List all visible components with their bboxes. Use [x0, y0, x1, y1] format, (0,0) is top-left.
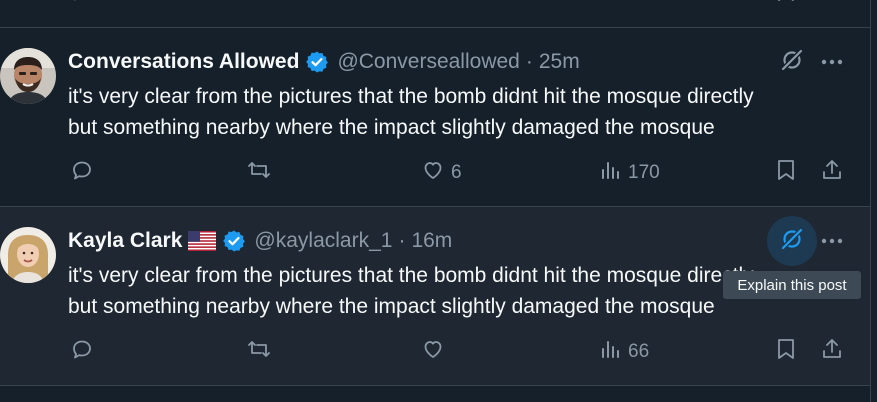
tweet-header: Conversations Allowed @Converseallowed ·… — [68, 48, 580, 76]
column-border — [870, 0, 871, 402]
us-flag-icon — [188, 231, 217, 251]
like-count: 6 — [451, 162, 462, 183]
views-icon — [598, 158, 622, 188]
explain-post-button[interactable] — [767, 37, 817, 87]
verified-badge-icon[interactable] — [305, 50, 329, 74]
more-icon — [820, 53, 844, 71]
timestamp[interactable]: 16m — [411, 229, 452, 253]
views-button[interactable]: 66 — [598, 338, 649, 366]
avatar[interactable] — [0, 48, 56, 104]
reply-icon — [70, 337, 94, 367]
share-button[interactable] — [820, 159, 844, 187]
verified-badge-icon[interactable] — [222, 229, 246, 253]
tweet[interactable]: Conversations Allowed @Converseallowed ·… — [0, 28, 870, 206]
bookmark-button[interactable] — [775, 0, 797, 8]
share-icon — [820, 158, 844, 188]
tweet-text: it's very clear from the pictures that t… — [68, 81, 858, 143]
like-button[interactable]: 2 — [421, 0, 462, 8]
views-icon — [598, 0, 622, 9]
views-button[interactable]: 170 — [598, 159, 660, 187]
repost-button[interactable] — [246, 0, 272, 8]
timeline-feed: 1 2 146 — [0, 0, 877, 402]
bookmark-button[interactable] — [775, 159, 797, 187]
reply-button[interactable] — [70, 159, 94, 187]
view-count: 66 — [628, 341, 650, 362]
divider — [0, 385, 870, 386]
grok-icon — [779, 47, 805, 78]
handle[interactable]: @Converseallowed — [337, 50, 519, 74]
share-icon — [820, 337, 844, 367]
reply-button[interactable]: 1 — [70, 0, 111, 8]
display-name[interactable]: Conversations Allowed — [68, 50, 299, 74]
repost-icon — [246, 0, 272, 9]
tweet-header: Kayla Clark @kaylaclark_1 · 16m — [68, 227, 452, 255]
like-button[interactable] — [421, 338, 445, 366]
like-count: 2 — [451, 0, 462, 5]
display-name[interactable]: Kayla Clark — [68, 229, 182, 253]
repost-button[interactable] — [246, 338, 272, 366]
more-options-button[interactable] — [817, 229, 847, 253]
repost-button[interactable] — [246, 159, 272, 187]
bookmark-icon — [775, 158, 797, 188]
tweet-text-line: but something nearby where the impact sl… — [68, 116, 715, 139]
reply-button[interactable] — [70, 338, 94, 366]
share-button[interactable] — [820, 338, 844, 366]
separator: · — [525, 50, 533, 73]
explain-post-button[interactable] — [767, 216, 817, 266]
repost-icon — [246, 158, 272, 188]
separator: · — [398, 229, 406, 252]
repost-icon — [246, 337, 272, 367]
tweet-text-line: it's very clear from the pictures that t… — [68, 85, 754, 108]
bookmark-icon — [775, 337, 797, 367]
like-icon — [421, 0, 445, 9]
view-count: 170 — [628, 162, 660, 183]
handle[interactable]: @kaylaclark_1 — [254, 229, 392, 253]
tooltip: Explain this post — [723, 271, 861, 299]
bookmark-icon — [775, 0, 797, 9]
timestamp[interactable]: 25m — [539, 50, 580, 74]
reply-count: 1 — [100, 0, 111, 5]
more-icon — [820, 232, 844, 250]
bookmark-button[interactable] — [775, 338, 797, 366]
grok-icon — [779, 226, 805, 257]
reply-icon — [70, 0, 94, 9]
view-count: 146 — [628, 0, 660, 5]
views-icon — [598, 337, 622, 367]
reply-icon — [70, 158, 94, 188]
like-button[interactable]: 6 — [421, 159, 462, 187]
share-button[interactable] — [820, 0, 844, 8]
like-icon — [421, 337, 445, 367]
more-options-button[interactable] — [817, 50, 847, 74]
views-button[interactable]: 146 — [598, 0, 660, 8]
avatar[interactable] — [0, 227, 56, 283]
share-icon — [820, 0, 844, 9]
previous-tweet[interactable]: 1 2 146 — [0, 0, 870, 26]
like-icon — [421, 158, 445, 188]
